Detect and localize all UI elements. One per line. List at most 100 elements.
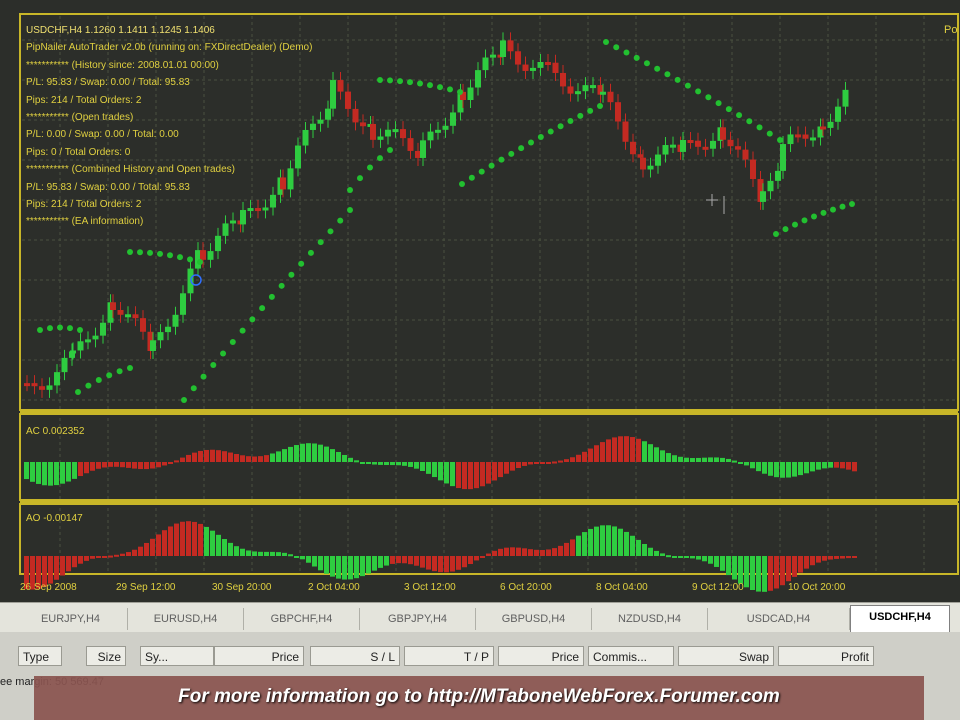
- candle-body: [77, 341, 84, 351]
- ao-bar: [90, 556, 95, 559]
- ac-bar: [588, 448, 593, 462]
- ac-bar: [384, 462, 389, 466]
- sar-dot: [229, 339, 236, 346]
- ac-bar: [264, 455, 269, 462]
- column-price[interactable]: Price: [214, 646, 304, 666]
- ao-bar: [456, 556, 461, 570]
- candle-body: [117, 309, 124, 315]
- ao-bar: [114, 554, 119, 557]
- chart-frame[interactable]: USDCHF,H4 1.1260 1.1411 1.1245 1.1406 Pi…: [0, 0, 960, 602]
- ac-bar: [468, 462, 473, 490]
- ac-bar: [174, 460, 179, 463]
- ao-bar: [252, 551, 257, 556]
- sar-dot: [746, 118, 753, 125]
- tab-nzdusd-h4[interactable]: NZDUSD,H4: [592, 608, 708, 630]
- ao-bar: [810, 556, 815, 566]
- sar-dot: [116, 368, 123, 375]
- ac-pane-border: [19, 413, 959, 501]
- ac-bar: [636, 438, 641, 462]
- column-current-price[interactable]: Price: [498, 646, 584, 666]
- tab-gbpchf-h4[interactable]: GBPCHF,H4: [244, 608, 360, 630]
- ac-bar: [462, 462, 467, 490]
- symbol-header: USDCHF,H4 1.1260 1.1411 1.1245 1.1406: [26, 25, 215, 36]
- ao-bar: [816, 556, 821, 563]
- ac-bar: [486, 462, 491, 484]
- sar-dot: [427, 82, 433, 89]
- tab-eurusd-h4[interactable]: EURUSD,H4: [128, 608, 244, 630]
- column-type[interactable]: Type: [18, 646, 62, 666]
- candle-body: [507, 40, 514, 52]
- candle-body: [287, 168, 294, 190]
- column-symbol[interactable]: Sy...: [140, 646, 214, 666]
- ao-bar: [414, 556, 419, 566]
- sar-dot: [508, 150, 515, 157]
- ac-bar: [810, 462, 815, 472]
- tab-gbpusd-h4[interactable]: GBPUSD,H4: [476, 608, 592, 630]
- ac-bar: [726, 458, 731, 462]
- ac-bar: [336, 451, 341, 462]
- sar-dot: [777, 137, 783, 143]
- candle-body: [200, 250, 206, 260]
- column-profit[interactable]: Profit: [778, 646, 874, 666]
- ao-bar: [678, 556, 683, 558]
- ac-bar: [648, 444, 653, 462]
- ac-bar: [750, 462, 755, 469]
- column-stop-loss[interactable]: S / L: [310, 646, 400, 666]
- column-swap[interactable]: Swap: [678, 646, 774, 666]
- ao-bar: [420, 556, 425, 568]
- candle-body: [352, 108, 359, 123]
- ao-bar: [522, 548, 527, 556]
- sar-dot: [518, 145, 525, 152]
- ao-bar: [834, 556, 839, 559]
- candle-body: [420, 140, 426, 158]
- candle-body: [150, 340, 156, 351]
- ao-bar: [528, 549, 533, 556]
- ao-bar: [654, 550, 659, 556]
- ac-bar: [204, 449, 209, 462]
- ao-bar: [510, 547, 515, 556]
- ac-bar: [708, 457, 713, 462]
- info-line: *********** (Combined History and Open t…: [26, 164, 235, 176]
- candle-body: [370, 123, 376, 140]
- ac-bar: [120, 462, 125, 468]
- time-axis-label: 3 Oct 12:00: [404, 582, 456, 593]
- candle-body: [54, 372, 60, 386]
- tab-usdchf-h4[interactable]: USDCHF,H4: [850, 605, 950, 632]
- sar-dot: [288, 271, 295, 278]
- tab-usdcad-h4[interactable]: USDCAD,H4: [708, 608, 850, 630]
- column-commission[interactable]: Commis...: [588, 646, 674, 666]
- tab-gbpjpy-h4[interactable]: GBPJPY,H4: [360, 608, 476, 630]
- ao-bar: [342, 556, 347, 580]
- sar-dot: [37, 327, 43, 333]
- ac-bar: [720, 457, 725, 462]
- ao-bar: [300, 556, 305, 560]
- column-take-profit[interactable]: T / P: [404, 646, 494, 666]
- ao-bar: [516, 547, 521, 556]
- sar-dot: [766, 130, 773, 137]
- ac-bar: [276, 451, 281, 462]
- column-size[interactable]: Size: [86, 646, 126, 666]
- ac-bar: [510, 462, 515, 471]
- ao-bar: [156, 534, 161, 556]
- ao-bar: [630, 535, 635, 556]
- tab-eurjpy-h4[interactable]: EURJPY,H4: [14, 608, 128, 630]
- sar-dot: [307, 249, 314, 256]
- candle-body: [46, 385, 53, 390]
- ao-bar: [120, 553, 125, 556]
- ac-bar: [168, 462, 173, 464]
- candle-body: [330, 80, 336, 109]
- ao-bar: [462, 556, 467, 568]
- ao-bar: [336, 556, 341, 579]
- ac-bar: [834, 462, 839, 468]
- sar-dot: [468, 174, 475, 181]
- ao-bar: [384, 556, 389, 566]
- ac-bar: [234, 454, 239, 462]
- ac-bar: [474, 462, 479, 489]
- ao-bar: [720, 556, 725, 571]
- ac-bar: [402, 462, 407, 466]
- time-axis: 26 Sep 2008 29 Sep 12:00 30 Sep 20:00 2 …: [20, 578, 940, 596]
- ac-bar: [252, 456, 257, 462]
- ac-bar: [438, 462, 443, 481]
- sar-dot: [327, 228, 334, 235]
- ac-bar: [288, 446, 293, 462]
